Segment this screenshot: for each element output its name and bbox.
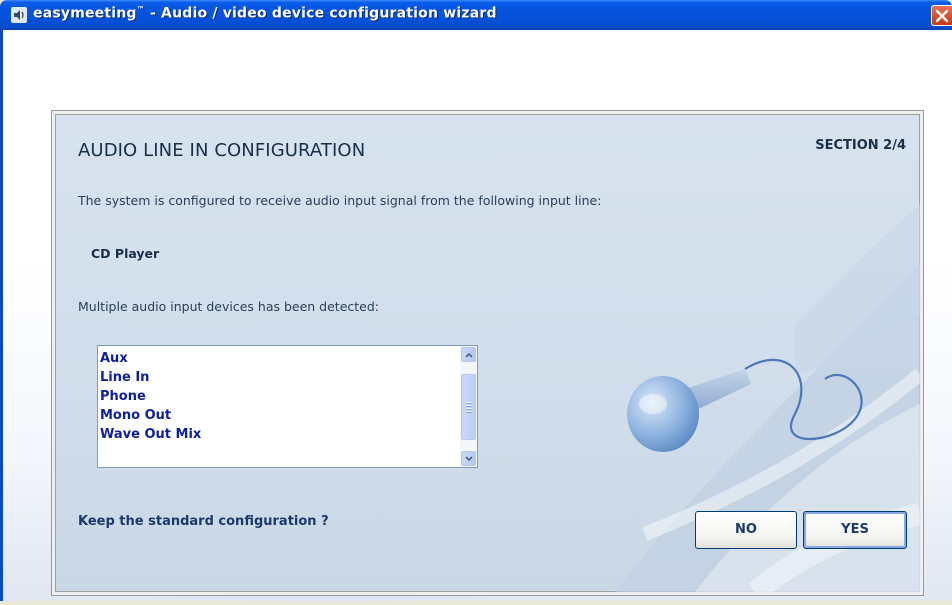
list-item[interactable]: Phone — [100, 387, 201, 406]
confirmation-question: Keep the standard configuration ? — [78, 514, 329, 529]
window-client-area: AUDIO LINE IN CONFIGURATION SECTION 2/4 … — [0, 30, 952, 605]
scroll-up-button[interactable] — [461, 347, 476, 362]
speaker-app-icon[interactable] — [11, 7, 27, 23]
wizard-panel: AUDIO LINE IN CONFIGURATION SECTION 2/4 … — [51, 110, 924, 596]
input-device-list[interactable]: Aux Line In Phone Mono Out Wave Out Mix — [97, 345, 478, 468]
list-item[interactable]: Mono Out — [100, 406, 201, 425]
list-item[interactable]: Wave Out Mix — [100, 425, 201, 444]
configuration-description: The system is configured to receive audi… — [78, 193, 602, 208]
detected-devices-label: Multiple audio input devices has been de… — [78, 299, 380, 314]
chevron-up-icon — [465, 352, 473, 358]
section-indicator: SECTION 2/4 — [815, 138, 906, 153]
list-item[interactable]: Aux — [100, 349, 201, 368]
scroll-down-button[interactable] — [461, 451, 476, 466]
yes-button[interactable]: YES — [803, 511, 907, 549]
title-bar[interactable]: easymeeting™ - Audio / video device conf… — [0, 0, 952, 30]
close-button[interactable] — [931, 5, 952, 26]
no-button[interactable]: NO — [695, 511, 797, 549]
window-title: easymeeting™ - Audio / video device conf… — [33, 5, 497, 22]
list-item[interactable]: Line In — [100, 368, 201, 387]
grip-icon — [466, 402, 472, 414]
current-input-line: CD Player — [91, 246, 160, 261]
page-title: AUDIO LINE IN CONFIGURATION — [78, 140, 366, 161]
close-icon — [935, 9, 949, 23]
chevron-down-icon — [465, 456, 473, 462]
vertical-scrollbar[interactable] — [460, 346, 477, 467]
scroll-thumb[interactable] — [461, 374, 476, 440]
